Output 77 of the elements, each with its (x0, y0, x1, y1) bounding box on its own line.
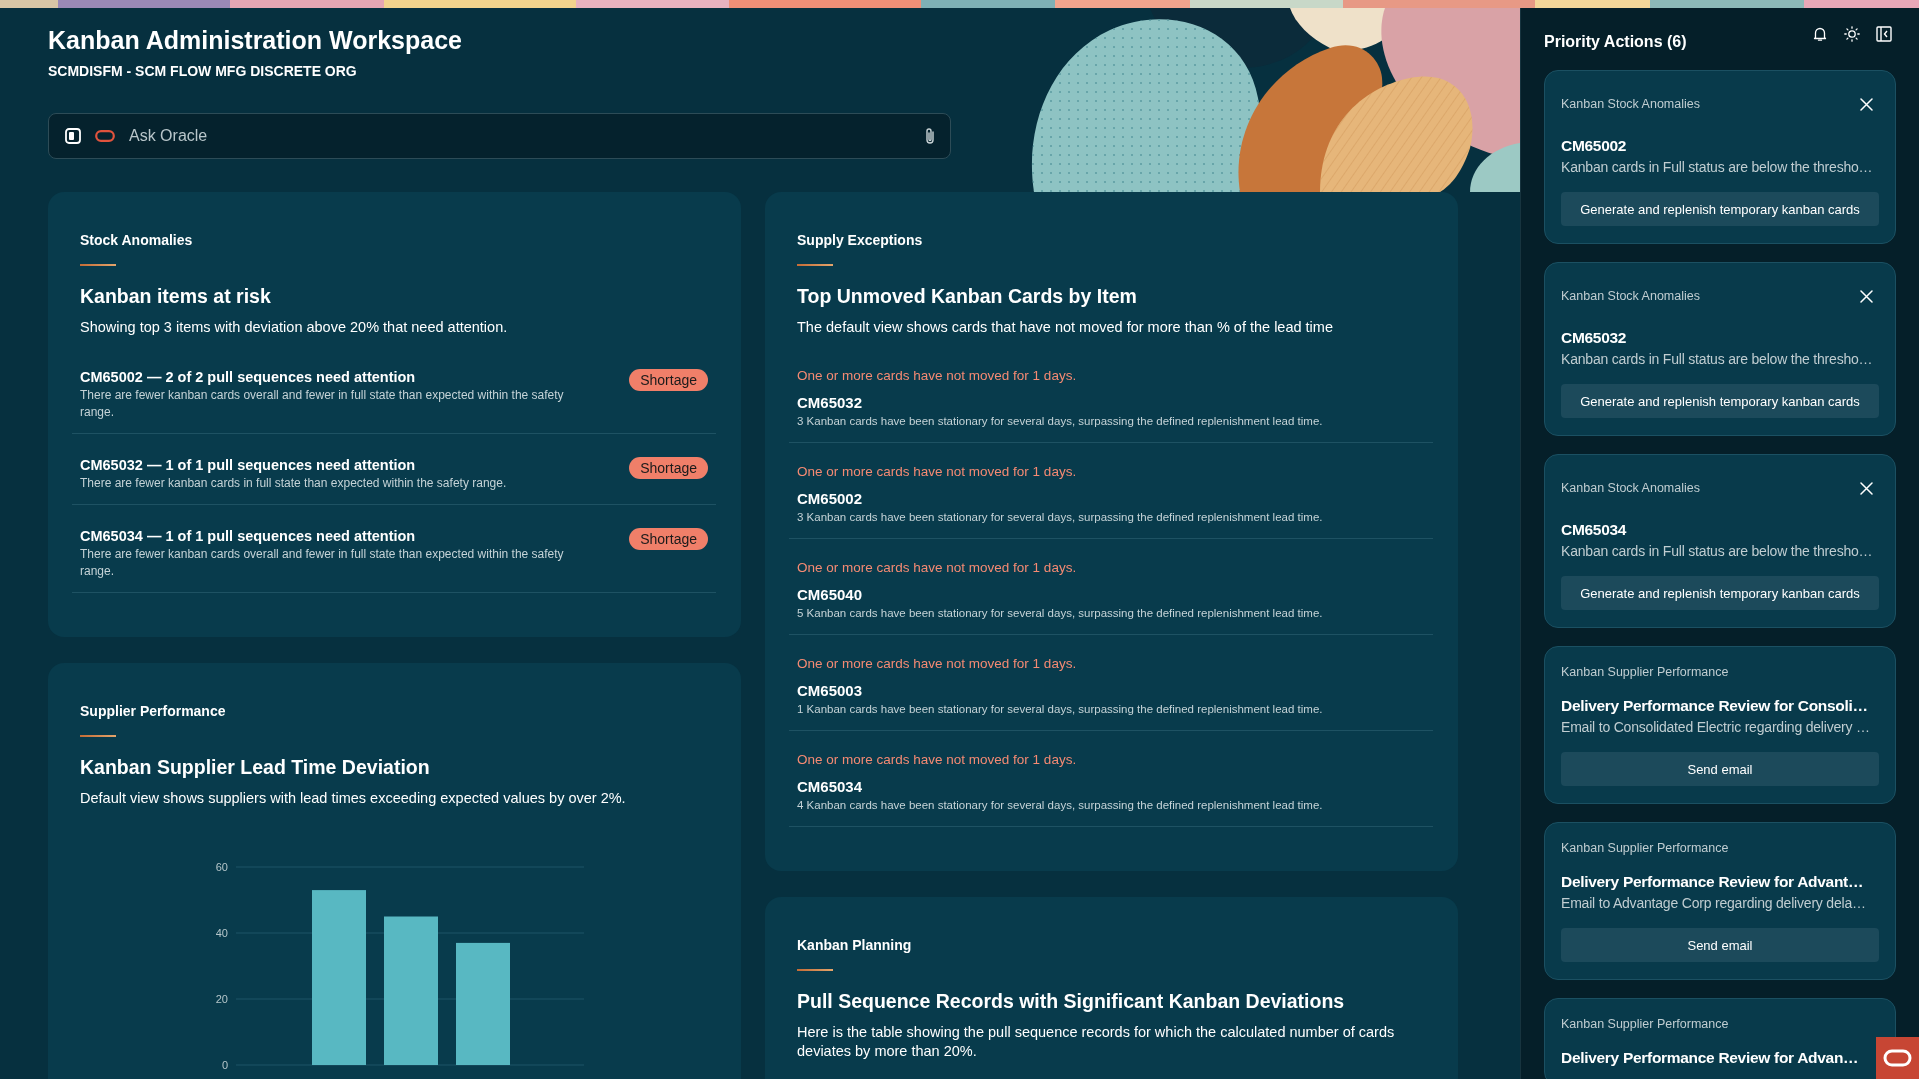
alert-text: One or more cards have not moved for 1 days. (797, 559, 1078, 577)
oval-logo-icon (95, 130, 115, 142)
item-description: 3 Kanban cards have been stationary for several days, surpassing the defined replenishment lead time. (797, 414, 1324, 429)
action-description: Email to Consolidated Electric regarding delivery … (1561, 718, 1871, 736)
sun-icon[interactable] (1844, 26, 1860, 42)
action-category: Kanban Supplier Performance (1561, 664, 1729, 680)
action-description: Kanban cards in Full status are below the thresho… (1561, 350, 1874, 368)
item-description: 5 Kanban cards have been stationary for several days, surpassing the defined replenishment lead time. (797, 606, 1324, 621)
close-icon[interactable] (1859, 481, 1873, 495)
action-title: Delivery Performance Review for Consoli… (1561, 696, 1869, 716)
ask-field[interactable]: Ask Oracle (129, 125, 910, 147)
alert-text: One or more cards have not moved for 1 days. (797, 751, 1078, 769)
action-button[interactable]: Generate and replenish temporary kanban cards (1561, 192, 1879, 226)
page-title: Kanban Administration Workspace (48, 25, 463, 56)
action-description: Kanban cards in Full status are below the thresho… (1561, 542, 1874, 560)
action-description: Email to Advantage Corp regarding delivery dela… (1561, 894, 1867, 912)
section-label: Kanban Planning (797, 936, 913, 955)
section-label: Supply Exceptions (797, 231, 924, 250)
action-category: Kanban Stock Anomalies (1561, 96, 1700, 112)
panel-title: Priority Actions (6) (1544, 32, 1687, 52)
card-heading: Pull Sequence Records with Significant Kanban Deviations (797, 989, 1346, 1014)
item-title: CM65034 — 1 of 1 pull sequences need attention (80, 527, 417, 545)
action-title: CM65002 (1561, 136, 1628, 156)
item-description: 1 Kanban cards have been stationary for several days, surpassing the defined replenishment lead time. (797, 702, 1324, 717)
action-category: Kanban Stock Anomalies (1561, 480, 1700, 496)
item-description: There are fewer kanban cards in full state than expected within the safety range. (80, 475, 507, 492)
alert-text: One or more cards have not moved for 1 days. (797, 463, 1078, 481)
y-tick-label: 20 (215, 993, 228, 1005)
item-description: 3 Kanban cards have been stationary for several days, surpassing the defined replenishment lead time. (797, 510, 1324, 525)
item-code: CM65003 (797, 682, 864, 700)
action-button[interactable]: Generate and replenish temporary kanban cards (1561, 384, 1879, 418)
card-description: The default view shows cards that have not moved for more than % of the lead time (797, 318, 1334, 337)
oval-logo-icon[interactable] (1876, 1037, 1919, 1079)
bell-icon[interactable] (1812, 26, 1828, 42)
item-code: CM65002 (797, 490, 864, 508)
action-button[interactable]: Send email (1561, 928, 1879, 962)
status-badge: Shortage (629, 369, 708, 391)
card-description: Here is the table showing the pull sequence records for which the calculated number of cards deviates by more than 20%. (797, 1023, 1396, 1061)
item-code: CM65034 (797, 778, 864, 796)
alert-text: One or more cards have not moved for 1 days. (797, 367, 1078, 385)
action-title: Delivery Performance Review for Advant… (1561, 872, 1865, 892)
section-label: Supplier Performance (80, 702, 227, 721)
action-category: Kanban Supplier Performance (1561, 1016, 1729, 1032)
panel-toggle-icon[interactable] (65, 128, 81, 144)
paperclip-icon[interactable] (924, 127, 936, 145)
action-title: Delivery Performance Review for Advan… (1561, 1048, 1860, 1068)
status-badge: Shortage (629, 457, 708, 479)
item-description: There are fewer kanban cards overall and fewer in full state than expected within the safety range. (80, 546, 565, 580)
item-description: 4 Kanban cards have been stationary for several days, surpassing the defined replenishment lead time. (797, 798, 1324, 813)
action-category: Kanban Stock Anomalies (1561, 288, 1700, 304)
action-title: CM65034 (1561, 520, 1628, 540)
y-tick-label: 60 (215, 861, 228, 873)
alert-text: One or more cards have not moved for 1 days. (797, 655, 1078, 673)
action-button[interactable]: Send email (1561, 752, 1879, 786)
action-title: CM65032 (1561, 328, 1628, 348)
item-title: CM65002 — 2 of 2 pull sequences need attention (80, 368, 417, 386)
action-category: Kanban Supplier Performance (1561, 840, 1729, 856)
ask-bar[interactable]: Ask Oracle (48, 113, 951, 159)
item-description: There are fewer kanban cards overall and fewer in full state than expected within the safety range. (80, 387, 565, 421)
item-title: CM65032 — 1 of 1 pull sequences need attention (80, 456, 417, 474)
action-button[interactable]: Generate and replenish temporary kanban cards (1561, 576, 1879, 610)
action-description: Kanban cards in Full status are below the thresho… (1561, 158, 1874, 176)
item-code: CM65040 (797, 586, 864, 604)
card-description: Default view shows suppliers with lead times exceeding expected values by over 2%. (80, 789, 627, 808)
item-code: CM65032 (797, 394, 864, 412)
close-icon[interactable] (1859, 97, 1873, 111)
organization-name: SCMDISFM - SCM FLOW MFG DISCRETE ORG (48, 62, 358, 81)
y-tick-label: 0 (221, 1059, 228, 1071)
card-description: Showing top 3 items with deviation above 20% that need attention. (80, 318, 509, 337)
card-heading: Kanban Supplier Lead Time Deviation (80, 755, 431, 780)
card-heading: Kanban items at risk (80, 284, 272, 309)
close-icon[interactable] (1859, 289, 1873, 303)
card-heading: Top Unmoved Kanban Cards by Item (797, 284, 1138, 309)
collapse-panel-icon[interactable] (1876, 26, 1892, 42)
y-tick-label: 40 (215, 927, 228, 939)
status-badge: Shortage (629, 528, 708, 550)
section-label: Stock Anomalies (80, 231, 194, 250)
